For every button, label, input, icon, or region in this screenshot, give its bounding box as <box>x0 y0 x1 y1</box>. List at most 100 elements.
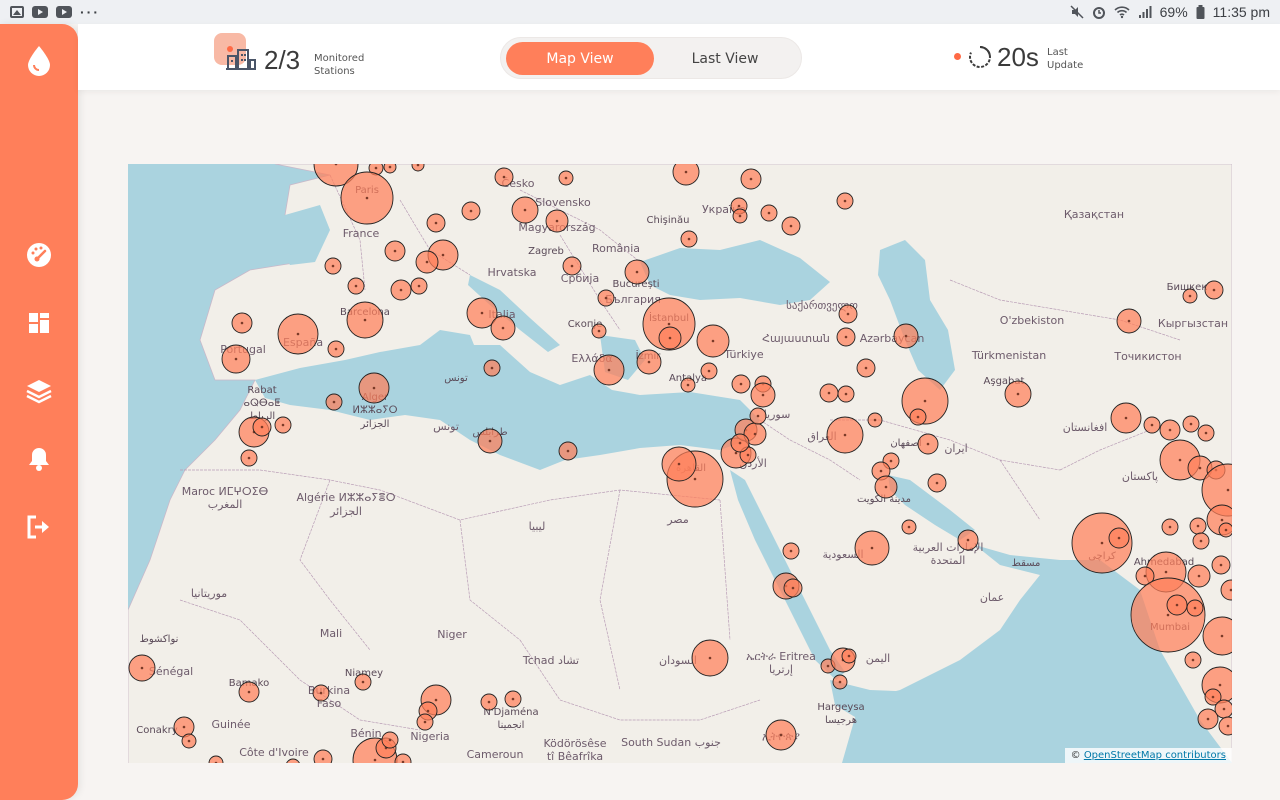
station-marker-center <box>746 453 750 457</box>
osm-attribution-link[interactable]: OpenStreetMap contributors <box>1084 750 1226 761</box>
station-marker-center <box>779 733 783 737</box>
logout-icon[interactable] <box>24 512 54 542</box>
station-marker-center <box>426 709 430 713</box>
map-label: انجمينا <box>498 720 525 731</box>
view-toggle: Map View Last View <box>500 37 802 79</box>
map-label: ⴰⵕⴱⴰⵟ <box>244 398 281 409</box>
station-marker-center <box>511 697 515 701</box>
station-marker-center <box>668 336 672 340</box>
station-marker-center <box>1198 466 1202 470</box>
station-marker[interactable] <box>383 164 397 174</box>
station-marker-center <box>1168 428 1172 432</box>
station-marker-center <box>1211 695 1215 699</box>
tab-map-view[interactable]: Map View <box>506 42 654 75</box>
station-marker-center <box>904 334 908 338</box>
station-marker-center <box>399 288 403 292</box>
station-marker-center <box>1100 541 1104 545</box>
map-label: tî Bêafrîka <box>547 750 603 763</box>
station-marker-center <box>490 366 494 370</box>
map-attribution: © OpenStreetMap contributors <box>1064 748 1232 763</box>
station-marker-center <box>1193 606 1197 610</box>
station-marker-center <box>789 549 793 553</box>
stations-map[interactable]: ParisFranceČeskoSlovenskoMagyarországChi… <box>128 164 1232 763</box>
station-marker-center <box>388 738 392 742</box>
status-right: 69% 11:35 pm <box>1070 4 1270 20</box>
refresh-icon <box>969 46 991 68</box>
map-canvas[interactable]: ParisFranceČeskoSlovenskoMagyarországChi… <box>128 164 1232 763</box>
station-marker-center <box>827 391 831 395</box>
map-label: Guinée <box>211 718 250 731</box>
station-marker-center <box>844 392 848 396</box>
map-label: ایران <box>944 442 967 455</box>
station-marker-center <box>393 249 397 253</box>
station-marker-center <box>677 462 681 466</box>
map-label: عمان <box>980 591 1004 604</box>
station-marker-center <box>711 339 715 343</box>
stations-label: Monitored Stations <box>314 53 365 77</box>
layers-icon[interactable] <box>24 376 54 406</box>
status-left: ··· <box>10 4 100 20</box>
station-marker-center <box>843 199 847 203</box>
map-label: موريتانيا <box>191 587 227 600</box>
station-marker-center <box>864 366 868 370</box>
station-marker-center <box>923 399 927 403</box>
station-marker-center <box>693 477 697 481</box>
station-marker-center <box>1218 683 1222 687</box>
station-marker[interactable] <box>672 164 700 186</box>
update-dot <box>954 53 961 60</box>
map-label: اصفهان <box>890 438 921 449</box>
station-marker-center <box>647 360 651 364</box>
station-marker-center <box>321 757 325 761</box>
station-marker-center <box>847 654 851 658</box>
station-marker-center <box>365 196 369 200</box>
station-marker-center <box>354 284 358 288</box>
map-label: مصر <box>666 513 689 526</box>
station-marker-center <box>597 329 601 333</box>
map-label: ⵍⵣⵣⴰⵢⵔ <box>353 405 398 416</box>
bell-icon[interactable] <box>24 444 54 474</box>
map-label: Mali <box>320 627 342 640</box>
station-marker-center <box>332 400 336 404</box>
station-marker-center <box>1127 319 1131 323</box>
top-header: 2/3 Monitored Stations Map View Last Vie… <box>78 24 1280 90</box>
station-marker-center <box>1219 563 1223 567</box>
map-label: Conakry <box>136 725 177 736</box>
station-marker-center <box>1150 423 1154 427</box>
station-marker-center <box>417 284 421 288</box>
station-marker-center <box>425 260 429 264</box>
clock-time: 11:35 pm <box>1212 4 1270 20</box>
station-marker-center <box>423 720 427 724</box>
gauge-icon[interactable] <box>24 240 54 270</box>
map-label: تونس <box>433 420 459 433</box>
map-label: Hrvatska <box>487 266 536 279</box>
map-label: Точикистон <box>1113 350 1181 363</box>
drop-icon[interactable] <box>24 46 54 76</box>
station-marker-center <box>889 459 893 463</box>
map-label: سوريا <box>764 408 791 421</box>
map-label: Zagreb <box>528 246 564 257</box>
map-label: Sénégal <box>149 665 193 678</box>
station-marker-center <box>926 442 930 446</box>
station-marker-center <box>756 414 760 418</box>
station-marker-center <box>1191 658 1195 662</box>
battery-icon <box>1196 5 1205 19</box>
building-icon <box>226 49 256 70</box>
tab-last-view[interactable]: Last View <box>651 42 799 75</box>
station-marker-center <box>789 224 793 228</box>
dashboard-icon[interactable] <box>24 308 54 338</box>
map-label: România <box>592 242 640 255</box>
station-marker-center <box>966 538 970 542</box>
station-marker-center <box>182 725 186 729</box>
map-label: South Sudan جنوب <box>621 736 721 749</box>
battery-percent: 69% <box>1159 4 1188 20</box>
station-marker-center <box>247 456 251 460</box>
station-marker-center <box>570 264 574 268</box>
station-marker-center <box>523 208 527 212</box>
station-marker-center <box>1188 294 1192 298</box>
map-label: Հայաստան <box>762 332 830 345</box>
station-marker-center <box>739 382 743 386</box>
station-marker-center <box>319 691 323 695</box>
station-marker-center <box>281 423 285 427</box>
map-label: Chişinău <box>647 215 690 226</box>
station-marker-center <box>916 415 920 419</box>
